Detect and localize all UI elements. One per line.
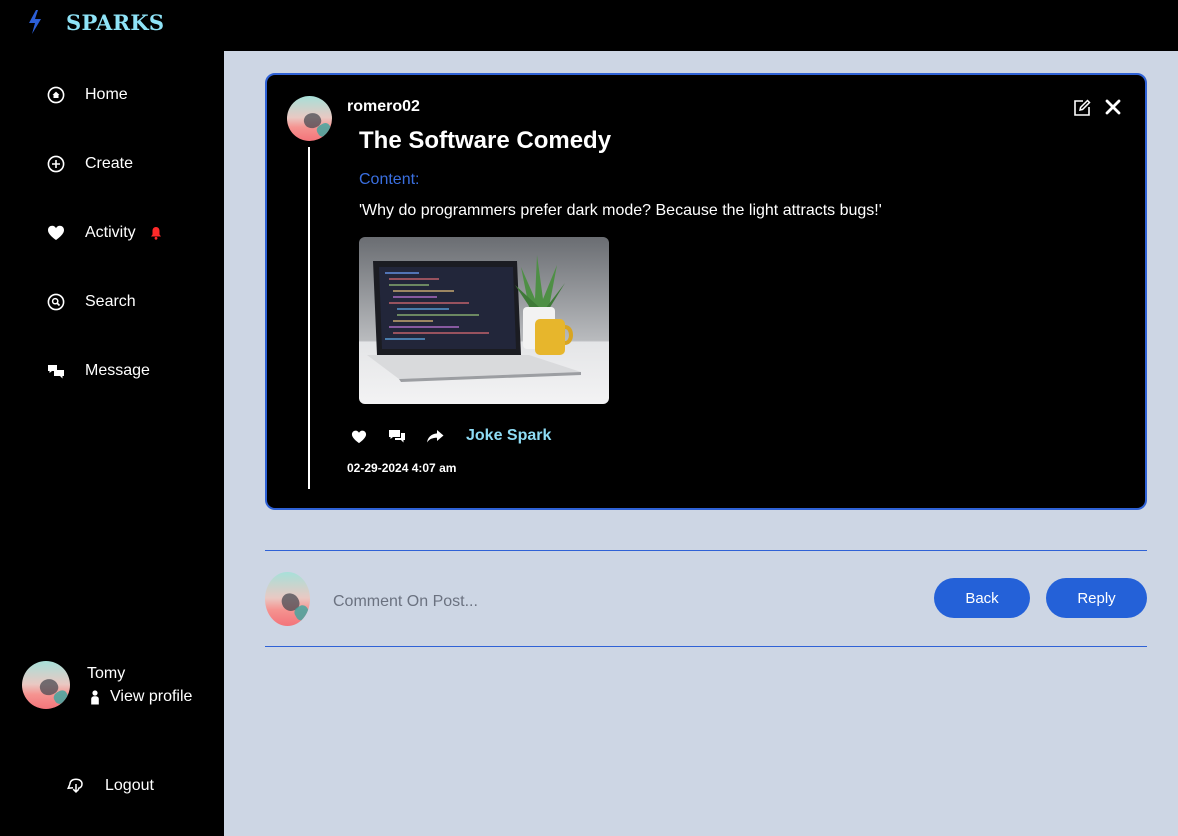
comment-input[interactable] <box>322 585 902 619</box>
post-content: 'Why do programmers prefer dark mode? Be… <box>359 202 882 219</box>
post-card: romero02 The Software Comedy Content: 'W… <box>265 73 1147 510</box>
share-icon[interactable] <box>426 427 444 445</box>
post-timestamp: 02-29-2024 4:07 am <box>347 461 457 475</box>
author-avatar[interactable] <box>287 96 332 141</box>
divider-top <box>265 550 1147 551</box>
edit-icon[interactable] <box>1072 98 1092 118</box>
logo[interactable]: SPARKS <box>26 8 164 36</box>
profile-name: Tomy <box>87 665 126 682</box>
sidebar-item-home[interactable]: Home <box>47 83 128 107</box>
post-image[interactable] <box>359 237 609 404</box>
content-label: Content: <box>359 171 420 188</box>
author-name[interactable]: romero02 <box>347 98 420 116</box>
back-button[interactable]: Back <box>934 578 1030 618</box>
like-icon[interactable] <box>350 427 368 445</box>
sidebar-item-label: Search <box>85 293 136 310</box>
plus-circle-icon <box>47 155 65 173</box>
sidebar-item-label: Home <box>85 86 128 103</box>
home-icon <box>47 86 65 104</box>
brand-name: SPARKS <box>66 9 165 35</box>
top-bar: SPARKS <box>0 0 1178 51</box>
logout-label: Logout <box>105 777 154 794</box>
sidebar-item-search[interactable]: Search <box>47 290 136 314</box>
bolt-icon <box>29 10 41 34</box>
logout-icon <box>67 778 83 794</box>
commenter-avatar[interactable] <box>265 572 310 626</box>
bell-icon <box>150 227 161 240</box>
sidebar-item-create[interactable]: Create <box>47 152 133 176</box>
view-profile-link[interactable]: View profile <box>90 688 192 706</box>
chat-icon <box>47 362 65 380</box>
close-icon[interactable] <box>1104 98 1122 116</box>
heart-icon <box>47 224 65 242</box>
sidebar-item-message[interactable]: Message <box>47 359 150 383</box>
sidebar-item-activity[interactable]: Activity <box>47 221 162 245</box>
sidebar-item-label: Create <box>85 155 134 172</box>
thread-line <box>308 147 310 489</box>
search-icon <box>47 293 65 311</box>
logout-button[interactable]: Logout <box>67 777 154 795</box>
sidebar-item-label: Activity <box>85 224 136 241</box>
sidebar: Home Create Activity Search Message Tomy <box>0 51 224 836</box>
sidebar-item-label: Message <box>85 362 150 379</box>
post-actions: Joke Spark <box>350 425 551 447</box>
view-profile-label: View profile <box>110 688 193 705</box>
comment-icon[interactable] <box>388 427 406 445</box>
post-tag[interactable]: Joke Spark <box>466 427 551 445</box>
reply-button[interactable]: Reply <box>1046 578 1147 618</box>
user-profile: Tomy View profile <box>22 661 222 721</box>
post-title: The Software Comedy <box>359 127 612 154</box>
person-icon <box>91 689 99 704</box>
divider-bottom <box>265 646 1147 647</box>
avatar[interactable] <box>22 661 70 709</box>
